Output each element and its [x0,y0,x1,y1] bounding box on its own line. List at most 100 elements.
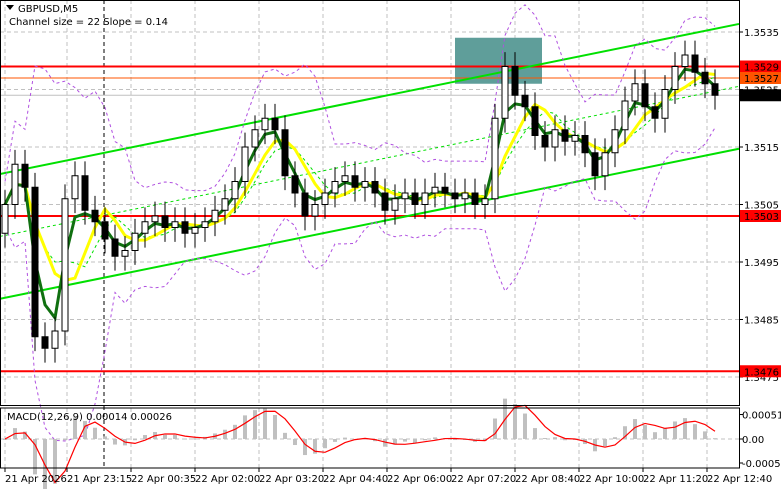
macd-histogram-bar [683,418,687,439]
candle-bullish [321,192,329,205]
candle-bullish [191,227,199,234]
candle-bullish [501,66,509,119]
macd-histogram-bar [193,438,197,440]
candle-bearish [521,94,529,108]
candle-bullish [61,198,69,332]
candle-bearish [591,152,599,177]
macd-histogram-bar [103,436,107,439]
y-tick-label: 1.3485 [744,316,779,327]
current-price-label: 1.3524 [744,91,779,102]
candle-bullish [431,186,439,194]
macd-histogram-bar [183,438,187,440]
macd-histogram-bar [343,437,347,439]
candle-bearish [581,135,589,154]
candle-bearish [541,135,549,148]
x-tick-label: 22 Apr 07:20 [451,474,516,485]
price-label-1.3476: 1.3476 [744,367,779,378]
macd-histogram-bar [713,438,717,440]
candle-bearish [271,117,279,131]
macd-label: MACD(12,26,9) 0.00014 0.00026 [7,412,172,423]
x-tick-label: 22 Apr 04:40 [323,474,388,485]
macd-histogram-bar [163,434,167,439]
collapse-triangle-icon [6,5,14,10]
y-tick-label: 1.3535 [744,28,779,39]
candle-bearish [81,175,89,211]
candle-bullish [121,250,129,257]
candle-bearish [291,175,299,194]
candle-bullish [311,204,319,217]
channel-info-text: Channel size = 22 Slope = 0.14 [9,17,168,28]
candle-bearish [31,186,39,338]
x-tick-label: 22 Apr 10:00 [579,474,644,485]
candle-bearish [701,71,709,85]
candle-bearish [471,192,479,205]
candle-bullish [661,89,669,119]
macd-histogram-bar [93,427,97,439]
macd-histogram-bar [493,418,497,439]
candle-bearish [181,221,189,234]
candle-bullish [621,100,629,131]
candle-bullish [51,330,59,349]
y-tick-label: 1.3515 [744,143,779,154]
moving-average-fast [3,67,717,322]
macd-histogram-bar [613,437,617,439]
macd-histogram-bar [433,437,437,439]
candle-bullish [601,152,609,177]
macd-histogram-bar [253,410,257,439]
candle-bullish [491,117,499,200]
candle-bullish [71,175,79,200]
macd-histogram-bar [563,439,567,441]
macd-histogram-bar [423,439,427,441]
candle-bullish [671,66,679,90]
candle-bullish [1,204,9,234]
candle-bullish [261,117,269,131]
price-chart[interactable]: 1.35351.35251.35151.35051.34951.34851.34… [0,0,781,489]
macd-histogram-bar [243,415,247,439]
candle-bearish [531,106,539,136]
candle-bullish [211,209,219,223]
chart-title: GBPUSD,M5 [18,4,78,15]
candle-bullish [251,129,259,148]
candle-bearish [301,192,309,217]
candle-bullish [171,221,179,228]
candle-bullish [131,232,139,251]
macd-histogram-bar [113,439,117,445]
macd-histogram-bar [63,439,67,441]
x-tick-label: 22 Apr 02:00 [195,474,260,485]
candle-bearish [21,163,29,188]
x-tick-label: 21 Apr 23:15 [67,474,132,485]
candle-bearish [381,192,389,211]
candle-bullish [151,215,159,223]
macd-histogram-bar [643,425,647,439]
main-panel-frame [0,0,740,406]
candle-bearish [371,181,379,194]
macd-histogram-bar [523,413,527,439]
macd-histogram-bar [663,427,667,439]
candle-bearish [91,209,99,223]
candle-bullish [221,198,229,211]
candle-bearish [101,221,109,240]
candle-bearish [651,106,659,119]
candle-bearish [41,336,49,349]
candle-bearish [451,192,459,200]
candle-bullish [461,192,469,200]
candle-bullish [421,192,429,205]
candle-bullish [201,221,209,228]
candle-bullish [231,181,239,200]
candle-bullish [11,163,19,205]
macd-histogram-bar [653,432,657,439]
candle-bearish [561,129,569,142]
candle-bearish [281,129,289,177]
macd-histogram-bar [533,428,537,439]
x-tick-label: 22 Apr 08:40 [515,474,580,485]
candle-bearish [111,238,119,257]
macd-histogram-bar [673,421,677,439]
x-tick-label: 22 Apr 12:40 [707,474,772,485]
candle-bearish [161,215,169,228]
candle-bullish [391,198,399,211]
x-tick-label: 22 Apr 06:00 [387,474,452,485]
macd-histogram-bar [273,414,277,439]
price-label-1.3529: 1.3529 [744,63,779,74]
price-label-1.3503: 1.3503 [744,212,779,223]
macd-histogram-bar [133,439,137,441]
